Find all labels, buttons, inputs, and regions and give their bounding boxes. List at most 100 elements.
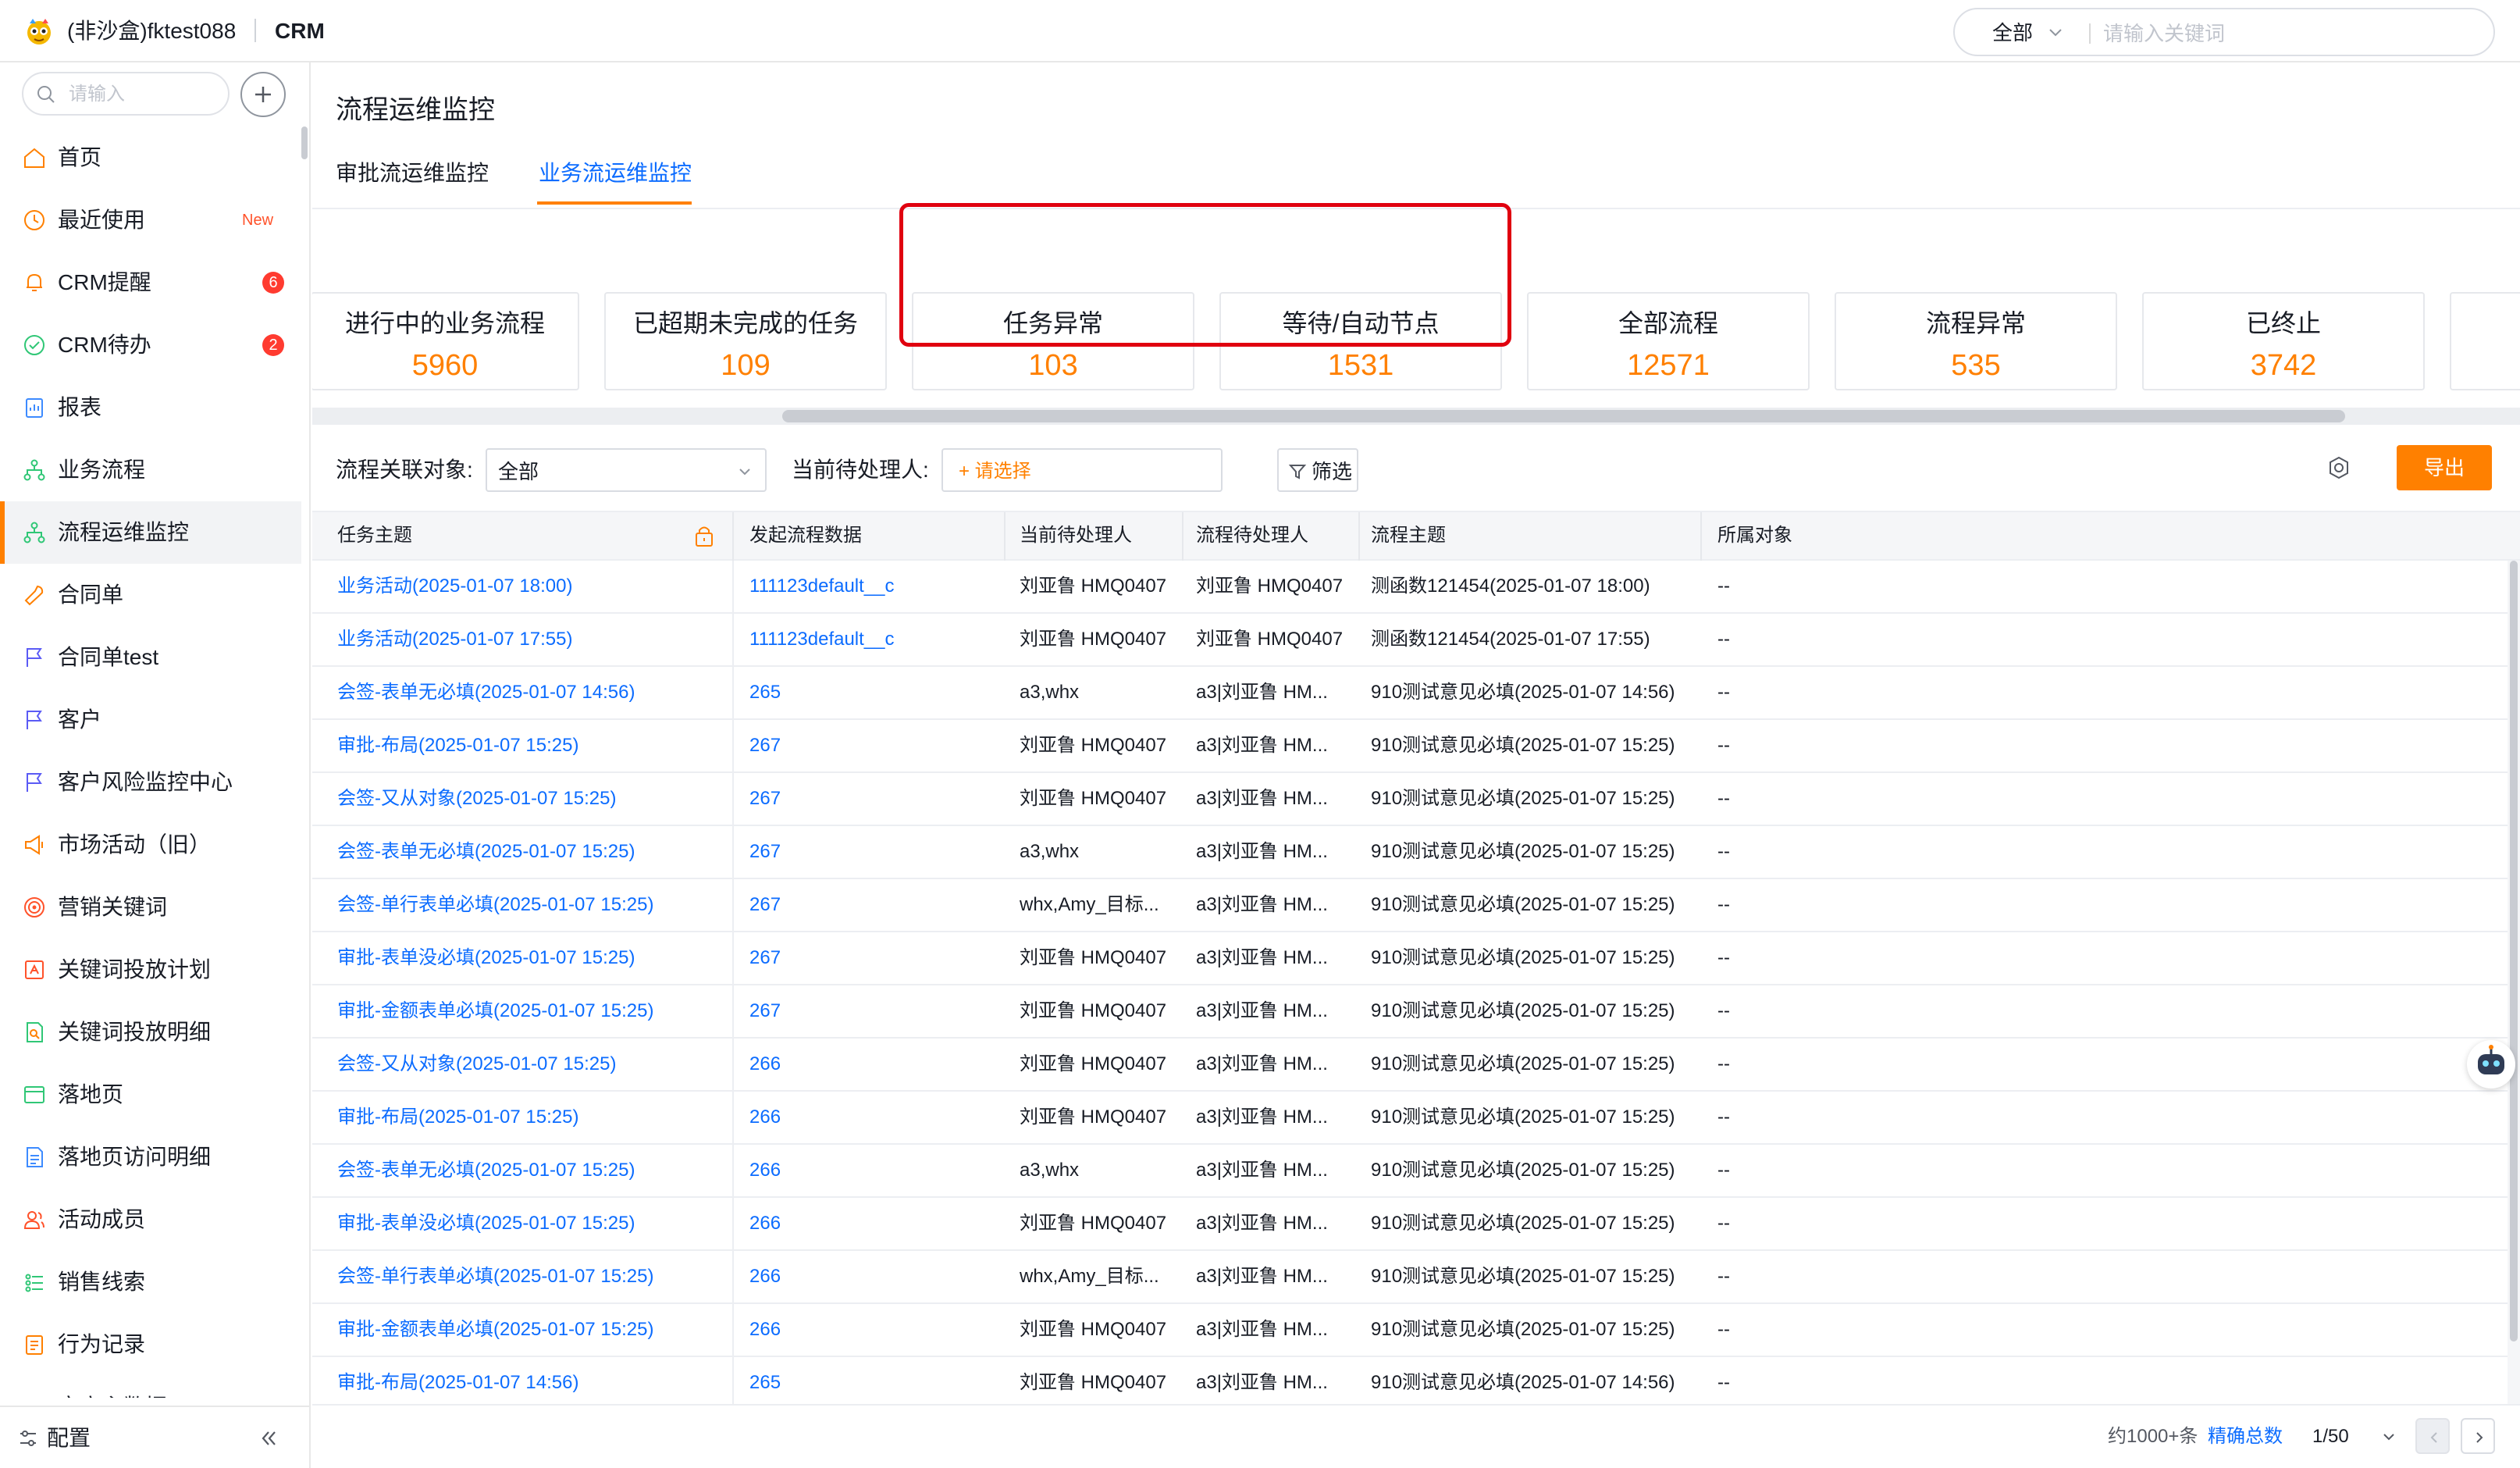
table-cell-link[interactable]: 267 [749,787,781,811]
exact-total-link[interactable]: 精确总数 [2208,1424,2283,1449]
export-button[interactable]: 导出 [2397,445,2492,490]
table-row[interactable]: 审批-金额表单必填(2025-01-07 15:25) 267 刘亚鲁 HMQ040… [312,985,2508,1039]
column-header-flow-subject[interactable]: 流程主题 [1371,523,1446,548]
tab-business-flow-monitor[interactable]: 业务流运维监控 [539,159,692,187]
prev-page-button[interactable] [2415,1418,2450,1454]
sidebar-item[interactable]: 业务流程 [0,439,301,501]
table-cell-link[interactable]: 265 [749,681,781,704]
table-cell-link[interactable]: 业务活动(2025-01-07 17:55) [337,628,572,651]
sidebar-item[interactable]: 活动成员 [0,1188,301,1251]
table-row[interactable]: 会签-又从对象(2025-01-07 15:25) 266 刘亚鲁 HMQ0407 a… [312,1039,2508,1092]
logo-icon[interactable] [23,16,55,47]
stat-card-more[interactable] [2450,292,2520,390]
table-row[interactable]: 会签-表单无必填(2025-01-07 14:56) 265 a3,whx a3|刘亚… [312,667,2508,720]
sidebar-item[interactable]: 客户主数据 [0,1376,301,1398]
table-row[interactable]: 审批-表单没必填(2025-01-07 15:25) 266 刘亚鲁 HMQ0407… [312,1198,2508,1251]
table-cell-link[interactable]: 审批-表单没必填(2025-01-07 15:25) [337,1212,635,1235]
table-cell-link[interactable]: 111123default__c [749,628,895,651]
table-vertical-scrollbar[interactable] [2508,561,2520,1404]
table-cell-link[interactable]: 266 [749,1159,781,1182]
table-cell-link[interactable]: 266 [749,1265,781,1288]
gear-icon[interactable] [2323,453,2354,484]
sidebar-item[interactable]: 销售线索 [0,1251,301,1313]
table-cell-link[interactable]: 会签-表单无必填(2025-01-07 15:25) [337,1159,635,1182]
sidebar-item[interactable]: 合同单 [0,564,301,626]
table-row[interactable]: 业务活动(2025-01-07 17:55) 111123default__c 刘亚… [312,614,2508,667]
sidebar-item[interactable]: 营销关键词 [0,876,301,939]
table-cell-link[interactable]: 会签-又从对象(2025-01-07 15:25) [337,1053,616,1076]
sidebar-item[interactable]: 市场活动（旧） [0,814,301,876]
sidebar-item[interactable]: CRM待办 2 [0,314,301,376]
table-cell-link[interactable]: 267 [749,946,781,970]
table-cell-link[interactable]: 审批-布局(2025-01-07 15:25) [337,734,578,757]
sidebar-item[interactable]: 客户 [0,689,301,751]
config-label[interactable]: 配置 [47,1424,91,1452]
table-cell-link[interactable]: 会签-单行表单必填(2025-01-07 15:25) [337,1265,653,1288]
sidebar-item[interactable]: 关键词投放明细 [0,1001,301,1064]
table-cell-link[interactable]: 266 [749,1053,781,1076]
scrollbar-thumb[interactable] [782,410,2345,422]
table-cell-link[interactable]: 267 [749,840,781,864]
table-row[interactable]: 审批-布局(2025-01-07 14:56) 265 刘亚鲁 HMQ0407 a3|… [312,1357,2508,1404]
global-search[interactable]: 全部 请输入关键词 [1953,8,2495,56]
object-filter-select[interactable]: 全部 [486,448,767,492]
chevron-down-icon[interactable] [2379,1427,2398,1446]
stat-card-in-progress[interactable]: 进行中的业务流程 5960 [312,292,579,390]
table-cell-link[interactable]: 265 [749,1371,781,1395]
sidebar-item[interactable]: 流程运维监控 [0,501,301,564]
sidebar-item[interactable]: 最近使用 New [0,189,301,251]
stat-card-flow-error[interactable]: 流程异常 535 [1835,292,2117,390]
settings-icon[interactable] [17,1427,39,1449]
column-header-flow-handler[interactable]: 流程待处理人 [1196,523,1308,548]
cards-horizontal-scrollbar[interactable] [312,408,2520,425]
table-row[interactable]: 会签-表单无必填(2025-01-07 15:25) 266 a3,whx a3|刘亚… [312,1145,2508,1198]
sidebar-search-input[interactable]: 请输入 [22,72,230,116]
table-cell-link[interactable]: 审批-金额表单必填(2025-01-07 15:25) [337,1318,653,1342]
table-cell-link[interactable]: 会签-表单无必填(2025-01-07 15:25) [337,840,635,864]
table-cell-link[interactable]: 267 [749,999,781,1023]
sidebar-item[interactable]: 首页 [0,126,301,189]
search-input[interactable]: 请输入关键词 [2103,20,2225,47]
collapse-sidebar-icon[interactable] [256,1426,281,1451]
table-cell-link[interactable]: 266 [749,1212,781,1235]
scrollbar-thumb[interactable] [2510,561,2518,1342]
handler-picker[interactable]: + 请选择 [941,448,1223,492]
sidebar-item[interactable]: 关键词投放计划 [0,939,301,1001]
next-page-button[interactable] [2461,1418,2495,1454]
sidebar-item[interactable]: 客户风险监控中心 [0,751,301,814]
table-cell-link[interactable]: 业务活动(2025-01-07 18:00) [337,575,572,598]
table-row[interactable]: 会签-单行表单必填(2025-01-07 15:25) 267 whx,Amy_目标… [312,879,2508,932]
table-row[interactable]: 审批-布局(2025-01-07 15:25) 266 刘亚鲁 HMQ0407 a3|… [312,1092,2508,1145]
table-cell-link[interactable]: 111123default__c [749,575,895,598]
sidebar-item[interactable]: CRM提醒 6 [0,251,301,314]
table-cell-link[interactable]: 267 [749,893,781,917]
column-header-current-handler[interactable]: 当前待处理人 [1020,523,1132,548]
table-cell-link[interactable]: 会签-表单无必填(2025-01-07 14:56) [337,681,635,704]
table-cell-link[interactable]: 266 [749,1106,781,1129]
sidebar-item[interactable]: 落地页访问明细 [0,1126,301,1188]
table-row[interactable]: 审批-布局(2025-01-07 15:25) 267 刘亚鲁 HMQ0407 a3|… [312,720,2508,773]
chevron-down-icon[interactable] [2045,22,2066,42]
app-name[interactable]: CRM [275,17,325,45]
table-row[interactable]: 审批-表单没必填(2025-01-07 15:25) 267 刘亚鲁 HMQ0407… [312,932,2508,985]
table-cell-link[interactable]: 审批-表单没必填(2025-01-07 15:25) [337,946,635,970]
table-cell-link[interactable]: 审批-布局(2025-01-07 15:25) [337,1106,578,1129]
page-size-select[interactable]: 1/50 [2312,1424,2349,1449]
lock-icon[interactable] [693,523,715,548]
add-menu-button[interactable] [240,72,286,117]
table-cell-link[interactable]: 266 [749,1318,781,1342]
sidebar-item[interactable]: 报表 [0,376,301,439]
table-cell-link[interactable]: 审批-金额表单必填(2025-01-07 15:25) [337,999,653,1023]
stat-card-terminated[interactable]: 已终止 3742 [2142,292,2425,390]
column-header-source-data[interactable]: 发起流程数据 [749,523,862,548]
sidebar-item[interactable]: 行为记录 [0,1313,301,1376]
table-cell-link[interactable]: 会签-单行表单必填(2025-01-07 15:25) [337,893,653,917]
filter-button[interactable]: 筛选 [1277,448,1358,492]
table-cell-link[interactable]: 267 [749,734,781,757]
search-scope-select[interactable]: 全部 [1992,19,2033,47]
table-row[interactable]: 审批-金额表单必填(2025-01-07 15:25) 266 刘亚鲁 HMQ040… [312,1304,2508,1357]
table-row[interactable]: 会签-表单无必填(2025-01-07 15:25) 267 a3,whx a3|刘亚… [312,826,2508,879]
table-cell-link[interactable]: 审批-布局(2025-01-07 14:56) [337,1371,578,1395]
column-header-owner-object[interactable]: 所属对象 [1717,523,1792,548]
table-row[interactable]: 会签-又从对象(2025-01-07 15:25) 267 刘亚鲁 HMQ0407 a… [312,773,2508,826]
